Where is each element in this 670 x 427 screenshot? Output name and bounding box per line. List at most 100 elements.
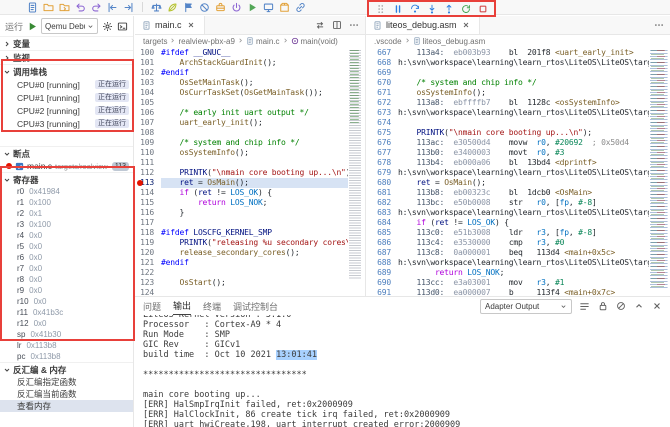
section-variables[interactable]: 变量 bbox=[0, 36, 133, 50]
callstack-thread-row[interactable]: CPU#0 [running] 正在运行 bbox=[0, 78, 133, 91]
line-number[interactable]: 672 bbox=[366, 98, 398, 108]
section-breakpoints[interactable]: 断点 bbox=[0, 146, 133, 160]
line-number[interactable]: 105 bbox=[135, 98, 161, 108]
tab-problems[interactable]: 问题 bbox=[143, 297, 161, 315]
tab-debug-console[interactable]: 调试控制台 bbox=[233, 297, 278, 315]
line-number[interactable]: 101 bbox=[135, 58, 161, 68]
line-number[interactable]: 119 bbox=[135, 238, 161, 248]
line-number[interactable]: 689 bbox=[366, 268, 398, 278]
register-row[interactable]: r6 0x0 bbox=[0, 252, 133, 263]
line-number[interactable]: 123 bbox=[135, 278, 161, 288]
register-row[interactable]: r0 0x41984 bbox=[0, 186, 133, 197]
line-number[interactable]: 102 bbox=[135, 68, 161, 78]
register-row[interactable]: pc 0x113b8 bbox=[0, 351, 133, 362]
maximize-panel-icon[interactable] bbox=[633, 301, 644, 312]
build-icon[interactable] bbox=[150, 1, 163, 14]
register-row[interactable]: r10 0x0 bbox=[0, 296, 133, 307]
line-number[interactable]: 683 bbox=[366, 208, 398, 218]
tab-liteos-debug-asm[interactable]: liteos_debug.asm bbox=[366, 16, 480, 34]
split-editor-icon[interactable] bbox=[331, 20, 342, 31]
power-icon[interactable] bbox=[230, 1, 243, 14]
stop-icon[interactable] bbox=[477, 3, 488, 14]
line-number[interactable]: 121 bbox=[135, 258, 161, 268]
breakpoint-row[interactable]: main.c targets/realview-pbx-a9 113 bbox=[0, 160, 133, 172]
breadcrumb-item[interactable]: main(void) bbox=[291, 37, 338, 47]
section-watch[interactable]: 监视 bbox=[0, 50, 133, 64]
line-number[interactable]: 684 bbox=[366, 218, 398, 228]
more-actions-icon[interactable] bbox=[653, 20, 664, 31]
section-callstack[interactable]: 调用堆栈 bbox=[0, 64, 133, 78]
line-number[interactable]: 110 bbox=[135, 148, 161, 158]
line-number[interactable]: 682 bbox=[366, 198, 398, 208]
section-disasm-memory[interactable]: 反汇编 & 内存 bbox=[0, 362, 133, 376]
line-number[interactable]: 674 bbox=[366, 118, 398, 128]
package-icon[interactable] bbox=[278, 1, 291, 14]
register-row[interactable]: r11 0x41b3c bbox=[0, 307, 133, 318]
line-number[interactable]: 680 bbox=[366, 178, 398, 188]
open-folder-icon[interactable] bbox=[42, 1, 55, 14]
line-number[interactable]: 114 bbox=[135, 188, 161, 198]
close-panel-icon[interactable] bbox=[651, 301, 662, 312]
disasm-menu-item[interactable]: 查看内存 bbox=[0, 400, 133, 412]
line-number[interactable]: 678 bbox=[366, 158, 398, 168]
breakpoint-checkbox[interactable] bbox=[15, 162, 24, 171]
register-row[interactable]: r5 0x0 bbox=[0, 241, 133, 252]
register-row[interactable]: r9 0x0 bbox=[0, 285, 133, 296]
register-row[interactable]: r7 0x0 bbox=[0, 263, 133, 274]
redo-icon[interactable] bbox=[90, 1, 103, 14]
close-tab-icon[interactable] bbox=[186, 20, 197, 31]
breadcrumb-item[interactable]: liteos_debug.asm bbox=[413, 36, 485, 47]
line-number[interactable]: 107 bbox=[135, 118, 161, 128]
step-over-icon[interactable] bbox=[409, 3, 420, 14]
register-row[interactable]: lr 0x113b8 bbox=[0, 340, 133, 351]
step-out-icon[interactable] bbox=[443, 3, 454, 14]
line-number[interactable]: 670 bbox=[366, 78, 398, 88]
more-actions-icon[interactable] bbox=[348, 20, 359, 31]
line-number[interactable]: 686 bbox=[366, 238, 398, 248]
line-number[interactable]: 685 bbox=[366, 228, 398, 238]
start-debug-icon[interactable] bbox=[26, 20, 38, 32]
line-number[interactable]: 681 bbox=[366, 188, 398, 198]
line-number[interactable]: 109 bbox=[135, 138, 161, 148]
register-row[interactable]: r4 0x0 bbox=[0, 230, 133, 241]
link-icon[interactable] bbox=[294, 1, 307, 14]
disasm-menu-item[interactable]: 反汇编当前函数 bbox=[0, 388, 133, 400]
register-row[interactable]: sp 0x41b30 bbox=[0, 329, 133, 340]
line-number[interactable]: 669 bbox=[366, 68, 398, 78]
line-number[interactable]: 668 bbox=[366, 58, 398, 68]
line-number[interactable]: 113 bbox=[135, 178, 161, 188]
breadcrumb-item[interactable]: targets bbox=[143, 37, 167, 46]
line-number[interactable]: 675 bbox=[366, 128, 398, 138]
minimap[interactable] bbox=[349, 48, 365, 297]
line-number[interactable]: 677 bbox=[366, 148, 398, 158]
navigate-back-icon[interactable] bbox=[106, 1, 119, 14]
line-number[interactable]: 111 bbox=[135, 158, 161, 168]
output-channel-select[interactable]: Adapter Output bbox=[480, 298, 572, 314]
section-registers[interactable]: 寄存器 bbox=[0, 172, 133, 186]
line-number[interactable]: 673 bbox=[366, 108, 398, 118]
register-row[interactable]: r8 0x0 bbox=[0, 274, 133, 285]
flag-icon[interactable] bbox=[182, 1, 195, 14]
callstack-thread-row[interactable]: CPU#1 [running] 正在运行 bbox=[0, 91, 133, 104]
line-number[interactable]: 120 bbox=[135, 248, 161, 258]
register-row[interactable]: r3 0x100 bbox=[0, 219, 133, 230]
breadcrumb-item[interactable]: main.c bbox=[246, 36, 280, 47]
line-number[interactable]: 671 bbox=[366, 88, 398, 98]
gear-icon[interactable] bbox=[101, 20, 113, 32]
clean-icon[interactable] bbox=[166, 1, 179, 14]
breakpoint-dot[interactable] bbox=[137, 180, 143, 186]
line-number[interactable]: 676 bbox=[366, 138, 398, 148]
lock-scroll-icon[interactable] bbox=[597, 301, 608, 312]
line-number[interactable]: 690 bbox=[366, 278, 398, 288]
disasm-menu-item[interactable]: 反汇编指定函数 bbox=[0, 376, 133, 388]
compare-changes-icon[interactable] bbox=[314, 20, 325, 31]
launch-config-select[interactable]: Qemu Debug bbox=[41, 18, 98, 34]
drag-handle-icon[interactable] bbox=[375, 3, 386, 14]
tab-main-c[interactable]: main.c bbox=[135, 16, 205, 34]
line-number[interactable]: 103 bbox=[135, 78, 161, 88]
minimap[interactable] bbox=[650, 48, 670, 297]
restart-icon[interactable] bbox=[460, 3, 471, 14]
undo-icon[interactable] bbox=[74, 1, 87, 14]
clear-output-icon[interactable] bbox=[615, 301, 626, 312]
line-number[interactable]: 106 bbox=[135, 108, 161, 118]
